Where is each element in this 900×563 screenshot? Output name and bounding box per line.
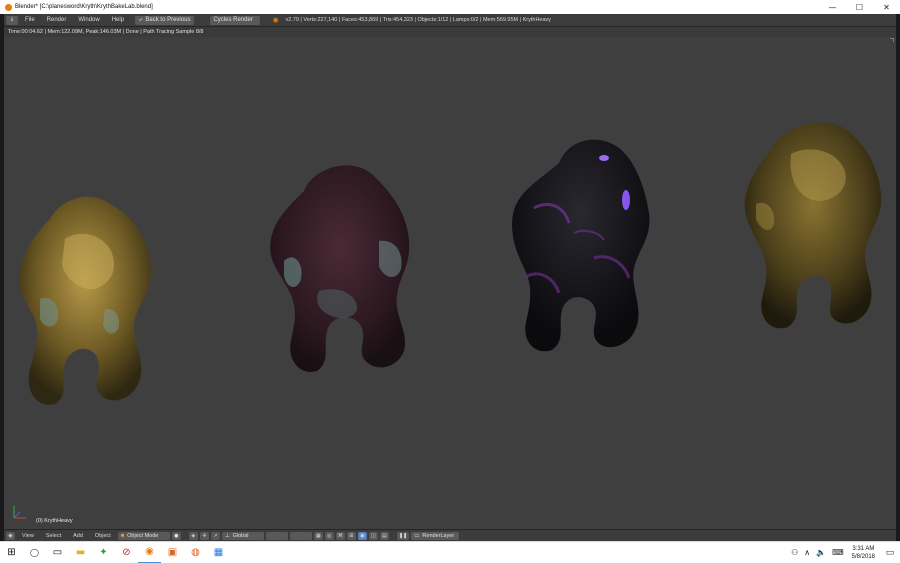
render-layer-icon: ▭ — [414, 532, 420, 539]
opengl-render-icon[interactable]: ◫ — [368, 531, 378, 540]
menu-render[interactable]: Render — [42, 17, 72, 23]
mode-label: Object Mode — [127, 532, 159, 539]
mode-dropdown[interactable]: ■ Object Mode — [117, 531, 170, 540]
menu-view[interactable]: View — [17, 533, 39, 539]
creature-purple-glow — [512, 139, 650, 352]
no-sign-app-icon[interactable]: ⊘ — [115, 542, 138, 563]
close-button[interactable]: ✕ — [873, 0, 900, 14]
window-title: Blender* [C:\planesword\Kryth\KrythBakeL… — [15, 4, 153, 10]
minimize-button[interactable]: — — [819, 0, 846, 14]
layer-lock-icon[interactable]: ▦ — [313, 531, 323, 540]
menu-select[interactable]: Select — [41, 533, 66, 539]
blender-app-icon — [5, 3, 12, 11]
viewport-shading-icon[interactable]: ● — [171, 531, 181, 540]
render-layers-icon[interactable]: ❚❚ — [396, 531, 410, 540]
media-app-icon[interactable]: ▣ — [161, 542, 184, 563]
tool-app-icon[interactable]: ✦ — [92, 542, 115, 563]
manipulator-translate-icon[interactable]: ↗ — [210, 531, 220, 540]
maximize-button[interactable]: ☐ — [846, 0, 873, 14]
firefox-icon[interactable]: ◍ — [184, 542, 207, 563]
action-center-icon[interactable]: ▭ — [880, 542, 900, 563]
file-explorer-icon[interactable]: ▬ — [69, 542, 92, 563]
window-titlebar: Blender* [C:\planesword\Kryth\KrythBakeL… — [0, 0, 900, 14]
image-app-icon[interactable]: ▦ — [207, 542, 230, 563]
orientation-icon: ⊥ — [224, 532, 230, 539]
axis-orientation-icon — [13, 506, 26, 519]
blender-logo-icon: ◉ — [272, 16, 279, 24]
search-icon[interactable]: ◯ — [23, 542, 46, 563]
system-clock[interactable]: 3:31 AM 5/8/2018 — [847, 545, 880, 561]
creature-gold-left — [18, 196, 152, 405]
creature-maroon — [270, 165, 410, 372]
render-engine-dropdown[interactable]: Cycles Render — [210, 15, 261, 25]
view3d-editor-type-icon[interactable]: ◉ — [6, 531, 15, 540]
back-to-previous-button[interactable]: ⤶ Back to Previous — [135, 15, 195, 25]
snap-toggle-icon[interactable]: ⌘ — [335, 531, 345, 540]
transform-orientation-dropdown[interactable]: ⊥ Global — [221, 531, 264, 540]
orientation-label: Global — [232, 532, 249, 539]
keyboard-icon[interactable]: ⌨ — [829, 548, 847, 557]
active-object-label: (0) KrythHeavy — [36, 518, 73, 524]
tray-expand-icon[interactable]: ∧ — [801, 548, 813, 557]
start-windows-icon[interactable]: ⊞ — [0, 542, 23, 563]
back-arrow-icon: ⤶ — [139, 16, 143, 23]
back-to-previous-label: Back to Previous — [145, 17, 191, 23]
render-status-text: Time:00:04.62 | Mem:122.09M, Peak:146.03… — [4, 27, 896, 37]
windows-taskbar: ⊞ ◯ ▭ ▬ ✦ ⊘ ◉ ▣ ◍ ▦ ⚇ ∧ 🔈 ⌨ 3:31 AM 5/8/… — [0, 541, 900, 563]
render-viewport[interactable]: Time:00:04.62 | Mem:122.09M, Peak:146.03… — [4, 27, 896, 529]
area-split-corner-icon[interactable] — [890, 38, 894, 42]
proportional-edit-icon[interactable]: ◎ — [324, 531, 334, 540]
clock-time: 3:31 AM — [852, 545, 875, 552]
blender-taskbar-icon[interactable]: ◉ — [138, 542, 161, 563]
clock-date: 5/8/2018 — [851, 553, 875, 560]
object-mode-icon: ■ — [120, 532, 125, 539]
menu-file[interactable]: File — [20, 17, 40, 23]
menu-add[interactable]: Add — [68, 533, 88, 539]
render-layer-dropdown[interactable]: ▭ RenderLayer — [411, 531, 460, 540]
people-icon[interactable]: ⚇ — [788, 548, 801, 557]
scene-stats: v2.79 | Verts:227,140 | Faces:453,869 | … — [285, 17, 552, 23]
pivot-point-icon[interactable]: ◈ — [188, 531, 198, 540]
render-layer-label: RenderLayer — [422, 532, 455, 539]
snap-target-icon[interactable]: ▣ — [357, 531, 367, 540]
creature-gold-right — [744, 122, 882, 329]
volume-icon[interactable]: 🔈 — [813, 548, 829, 557]
opengl-anim-icon[interactable]: ▤ — [379, 531, 389, 540]
view3d-header: ◉ View Select Add Object ■ Object Mode ●… — [4, 529, 896, 541]
info-header: ℹ File Render Window Help ⤶ Back to Prev… — [4, 14, 896, 27]
layers-block-2-icon[interactable] — [289, 531, 312, 540]
layers-block-1-icon[interactable] — [265, 531, 288, 540]
snap-element-icon[interactable]: ⊞ — [346, 531, 356, 540]
menu-window[interactable]: Window — [73, 17, 104, 23]
menu-help[interactable]: Help — [107, 17, 129, 23]
menu-object[interactable]: Object — [90, 533, 116, 539]
task-view-icon[interactable]: ▭ — [46, 542, 69, 563]
editor-type-icon[interactable]: ℹ — [6, 15, 18, 25]
manipulator-toggle-icon[interactable]: ✢ — [199, 531, 209, 540]
